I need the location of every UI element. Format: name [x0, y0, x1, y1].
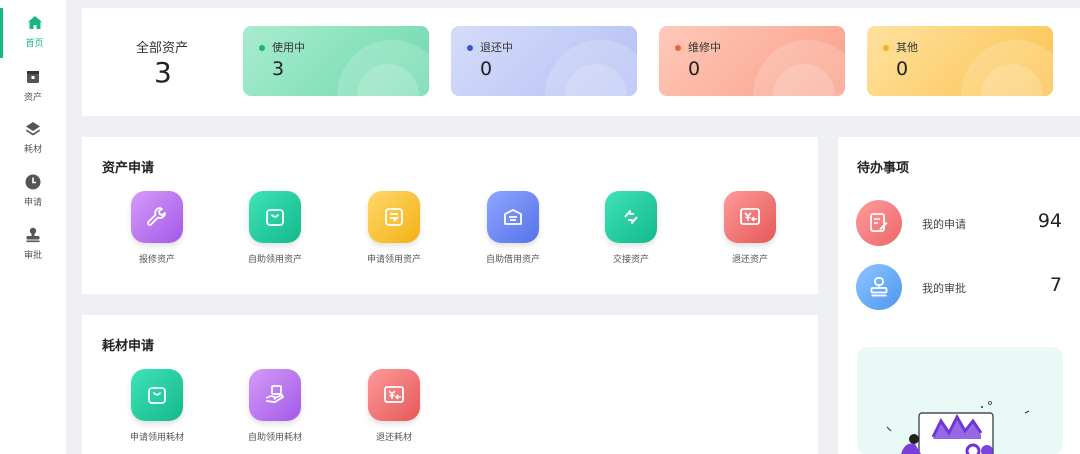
todo-icon-bg — [856, 200, 902, 246]
stamp-icon — [26, 227, 40, 243]
wrench-icon — [147, 207, 166, 226]
analytics-illustration-icon — [886, 401, 1030, 454]
total-assets-value: 3 — [154, 56, 172, 89]
return-consumable-button[interactable]: 退还耗材 — [339, 369, 449, 451]
sidebar-item-home[interactable]: 首页 — [0, 8, 66, 58]
sidebar-item-asset[interactable]: 资产 — [0, 62, 66, 112]
panel-title: 资产申请 — [102, 161, 155, 176]
return-asset-button[interactable]: 退还资产 — [695, 191, 805, 273]
bag-icon — [266, 209, 284, 226]
app-label: 报修资产 — [138, 255, 175, 265]
clock-icon — [25, 174, 41, 190]
app-icon-bg — [368, 369, 420, 421]
self-borrow-asset-button[interactable]: 自助借用资产 — [458, 191, 568, 273]
todo-label: 我的审批 — [922, 282, 966, 295]
box-icon — [504, 209, 522, 225]
app-label: 交接资产 — [612, 255, 649, 265]
stat-label: 使用中 — [272, 41, 305, 54]
app-icon-bg — [487, 191, 539, 243]
form-icon — [385, 208, 403, 226]
app-icon-bg — [605, 191, 657, 243]
app-icon-bg — [249, 369, 301, 421]
return-icon — [384, 386, 404, 403]
stat-label: 退还中 — [480, 41, 513, 54]
todo-my-applications[interactable]: 我的申请 94 — [856, 200, 1066, 248]
app-icon-bg — [249, 191, 301, 243]
sidebar-item-label: 申请 — [23, 198, 42, 208]
app-icon-bg — [131, 369, 183, 421]
app-label: 申请领用耗材 — [129, 433, 184, 443]
stat-value: 0 — [896, 58, 909, 80]
transfer-asset-button[interactable]: 交接资产 — [576, 191, 686, 273]
todo-my-approvals[interactable]: 我的审批 7 — [856, 264, 1066, 312]
app-icon-bg — [131, 191, 183, 243]
total-assets-label: 全部资产 — [136, 41, 189, 56]
stat-label: 其他 — [896, 41, 918, 54]
stat-value: 3 — [272, 58, 285, 80]
sidebar-item-approve[interactable]: 审批 — [0, 220, 66, 270]
return-icon — [740, 208, 760, 225]
transfer-icon — [624, 210, 638, 224]
hand-box-icon — [265, 385, 284, 403]
todo-count: 7 — [1049, 274, 1062, 296]
self-claim-consumable-button[interactable]: 自助领用耗材 — [220, 369, 330, 451]
stat-label: 维修中 — [688, 41, 721, 54]
stat-card-other[interactable]: 其他 0 — [867, 26, 1053, 96]
self-claim-asset-button[interactable]: 自助领用资产 — [220, 191, 330, 273]
sidebar-item-apply[interactable]: 申请 — [0, 167, 66, 217]
app-label: 自助领用资产 — [247, 255, 302, 265]
asset-icon — [27, 71, 39, 83]
stat-card-in-use[interactable]: 使用中 3 — [243, 26, 429, 96]
app-label: 退还耗材 — [375, 433, 412, 443]
status-dot — [675, 45, 681, 51]
apply-doc-icon — [870, 213, 888, 232]
app-icon-bg — [368, 191, 420, 243]
sidebar-item-label: 资产 — [23, 93, 42, 103]
status-dot — [259, 45, 265, 51]
stamp-icon — [870, 277, 888, 297]
stat-value: 0 — [688, 58, 701, 80]
sidebar-item-consumable[interactable]: 耗材 — [0, 114, 66, 164]
status-dot — [883, 45, 889, 51]
app-label: 申请领用资产 — [366, 255, 421, 265]
sidebar-item-label: 耗材 — [23, 145, 42, 155]
app-label: 自助领用耗材 — [247, 433, 302, 443]
apply-claim-consumable-button[interactable]: 申请领用耗材 — [102, 369, 212, 451]
panel-title: 耗材申请 — [102, 339, 155, 354]
sidebar: 首页 资产 耗材 申请 审批 — [0, 0, 66, 454]
todo-illustration — [857, 347, 1063, 454]
apply-claim-asset-button[interactable]: 申请领用资产 — [339, 191, 449, 273]
stat-value: 0 — [480, 58, 493, 80]
todo-icon-bg — [856, 264, 902, 310]
home-icon — [27, 16, 42, 29]
panel-title: 待办事项 — [857, 161, 910, 176]
sidebar-item-label: 审批 — [23, 251, 42, 261]
layers-icon — [26, 122, 40, 136]
repair-asset-button[interactable]: 报修资产 — [102, 191, 212, 273]
todo-label: 我的申请 — [922, 218, 966, 231]
sidebar-item-label: 首页 — [25, 39, 44, 49]
app-label: 退还资产 — [731, 255, 768, 265]
todo-count: 94 — [1037, 210, 1062, 232]
status-dot — [467, 45, 473, 51]
app-label: 自助借用资产 — [485, 255, 540, 265]
app-icon-bg — [724, 191, 776, 243]
stat-card-repairing[interactable]: 维修中 0 — [659, 26, 845, 96]
stat-card-returning[interactable]: 退还中 0 — [451, 26, 637, 96]
bag-icon — [148, 387, 166, 404]
